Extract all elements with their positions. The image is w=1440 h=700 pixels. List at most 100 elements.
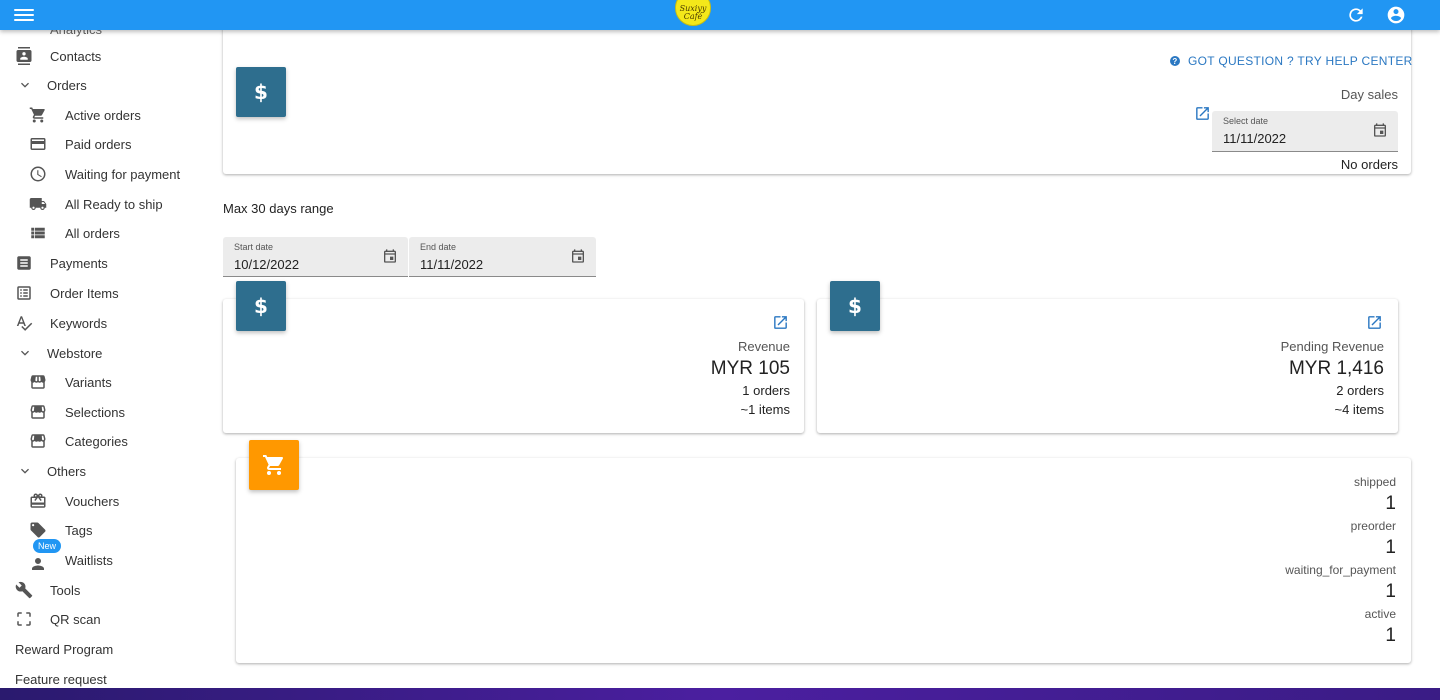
sidebar-item-variants[interactable]: Variants [0,367,212,397]
sidebar-item-label: Vouchers [65,493,120,509]
store-icon [29,373,47,391]
menu-icon[interactable] [14,6,34,24]
sidebar-item-categories[interactable]: Categories [0,426,212,456]
end-date-value: 11/11/2022 [420,257,484,272]
receipt-icon [15,254,33,272]
sidebar-item-label: Webstore [47,345,103,361]
end-date-label: End date [420,242,457,252]
scan-icon [15,610,33,628]
cart-icon [263,455,284,475]
open-in-new-icon[interactable] [1366,314,1383,331]
status-count: 1 [1385,537,1396,558]
sidebar-item-vouchers[interactable]: Vouchers [0,486,212,516]
status-label: preorder [1350,519,1396,533]
sidebar-item-all-ready-to-ship[interactable]: All Ready to ship [0,189,212,219]
day-sales-status: No orders [1340,157,1398,172]
open-in-new-icon[interactable] [772,314,789,331]
help-icon: ? [1170,56,1180,66]
sidebar-item-reward-program[interactable]: Reward Program [0,634,212,664]
sidebar-item-label: Order Items [50,285,119,301]
sidebar-item-feature-request[interactable]: Feature request [0,664,212,688]
sidebar-item-label: Contacts [50,48,102,64]
sidebar-item-contacts[interactable]: Contacts [0,41,212,71]
select-date-field[interactable]: Select date 11/11/2022 [1212,111,1398,152]
truck-icon [29,195,47,213]
sidebar-item-waiting-for-payment[interactable]: Waiting for payment [0,159,212,189]
sidebar-item-label: Others [47,463,87,479]
sidebar-item-label: Feature request [15,671,107,687]
sidebar-item-label: Variants [65,374,112,390]
sidebar-item-keywords[interactable]: Keywords [0,308,212,338]
pending-revenue-title: Pending Revenue [1280,339,1384,354]
sidebar-group-others[interactable]: Others [0,456,212,486]
chevron-down-icon [16,76,34,94]
sidebar-item-paid-orders[interactable]: Paid orders [0,129,212,159]
open-in-new-icon[interactable] [1194,105,1211,122]
revenue-amount: MYR 105 [710,358,790,379]
status-count: 1 [1385,493,1396,514]
revenue-orders: 1 orders [742,383,790,398]
spellcheck-icon [15,314,33,332]
sidebar-item-selections[interactable]: Selections [0,397,212,427]
chevron-down-icon [16,344,34,362]
app-window: Suxiyy Café Analytics Contacts Orders Ac… [0,0,1440,688]
help-center-text: GOT QUESTION ? TRY HELP CENTER [1188,54,1413,68]
sidebar-item-waitlists[interactable]: New Waitlists [0,539,212,575]
sidebar-item-label: Waitlists [65,552,113,568]
calendar-icon[interactable] [570,248,586,264]
sidebar-item-label: Paid orders [65,136,132,152]
store-icon [29,403,47,421]
sidebar-item-label: Tools [50,582,81,598]
calendar-icon[interactable] [382,248,398,264]
pending-revenue-orders: 2 orders [1336,383,1384,398]
sidebar-item-payments[interactable]: Payments [0,248,212,278]
app-bar: Suxiyy Café [0,0,1440,30]
sidebar-item-tools[interactable]: Tools [0,575,212,605]
chevron-down-icon [16,462,34,480]
help-center-link[interactable]: ? GOT QUESTION ? TRY HELP CENTER [1170,54,1413,68]
sidebar-item-label: Categories [65,433,128,449]
brand-logo[interactable]: Suxiyy Café [675,0,711,26]
person-icon [29,555,47,573]
status-count: 1 [1385,625,1396,646]
dollar-icon: $ [254,294,268,318]
start-date-field[interactable]: Start date 10/12/2022 [223,237,408,277]
sidebar-item-label: Tags [65,522,93,538]
list-icon [29,224,47,242]
sidebar-group-orders[interactable]: Orders [0,70,212,100]
day-sales-badge: $ [236,67,286,117]
sidebar-item-label: QR scan [50,611,101,627]
tag-icon [29,521,47,539]
calendar-icon[interactable] [1372,122,1388,138]
status-label: shipped [1353,475,1396,489]
sidebar-item-label: All Ready to ship [65,196,163,212]
refresh-icon[interactable] [1346,5,1366,25]
logo-text-line2: Café [683,12,703,21]
order-status-card [236,458,1411,663]
sidebar-item-tags[interactable]: Tags [0,515,212,545]
status-label: waiting_for_payment [1285,563,1396,577]
sidebar-item-label: Reward Program [15,641,114,657]
select-date-value: 11/11/2022 [1223,131,1287,146]
sidebar-item-label: All orders [65,225,120,241]
end-date-field[interactable]: End date 11/11/2022 [409,237,596,277]
account-circle-icon[interactable] [1386,5,1406,25]
order-status-badge [249,440,299,490]
start-date-value: 10/12/2022 [234,257,300,272]
sidebar-item-qr-scan[interactable]: QR scan [0,604,212,634]
wrench-icon [15,581,33,599]
checklist-icon [15,284,33,302]
cart-icon [29,106,47,124]
sidebar-item-label: Waiting for payment [65,166,181,182]
store-icon [29,432,47,450]
revenue-badge: $ [236,281,286,331]
sidebar-item-order-items[interactable]: Order Items [0,278,212,308]
sidebar-item-active-orders[interactable]: Active orders [0,100,212,130]
sidebar-item-label: Keywords [50,315,108,331]
revenue-items: ~1 items [740,402,791,417]
contacts-icon [15,47,33,65]
new-badge: New [33,539,62,553]
start-date-label: Start date [234,242,274,252]
sidebar-group-webstore[interactable]: Webstore [0,338,212,368]
sidebar-item-all-orders[interactable]: All orders [0,218,212,248]
